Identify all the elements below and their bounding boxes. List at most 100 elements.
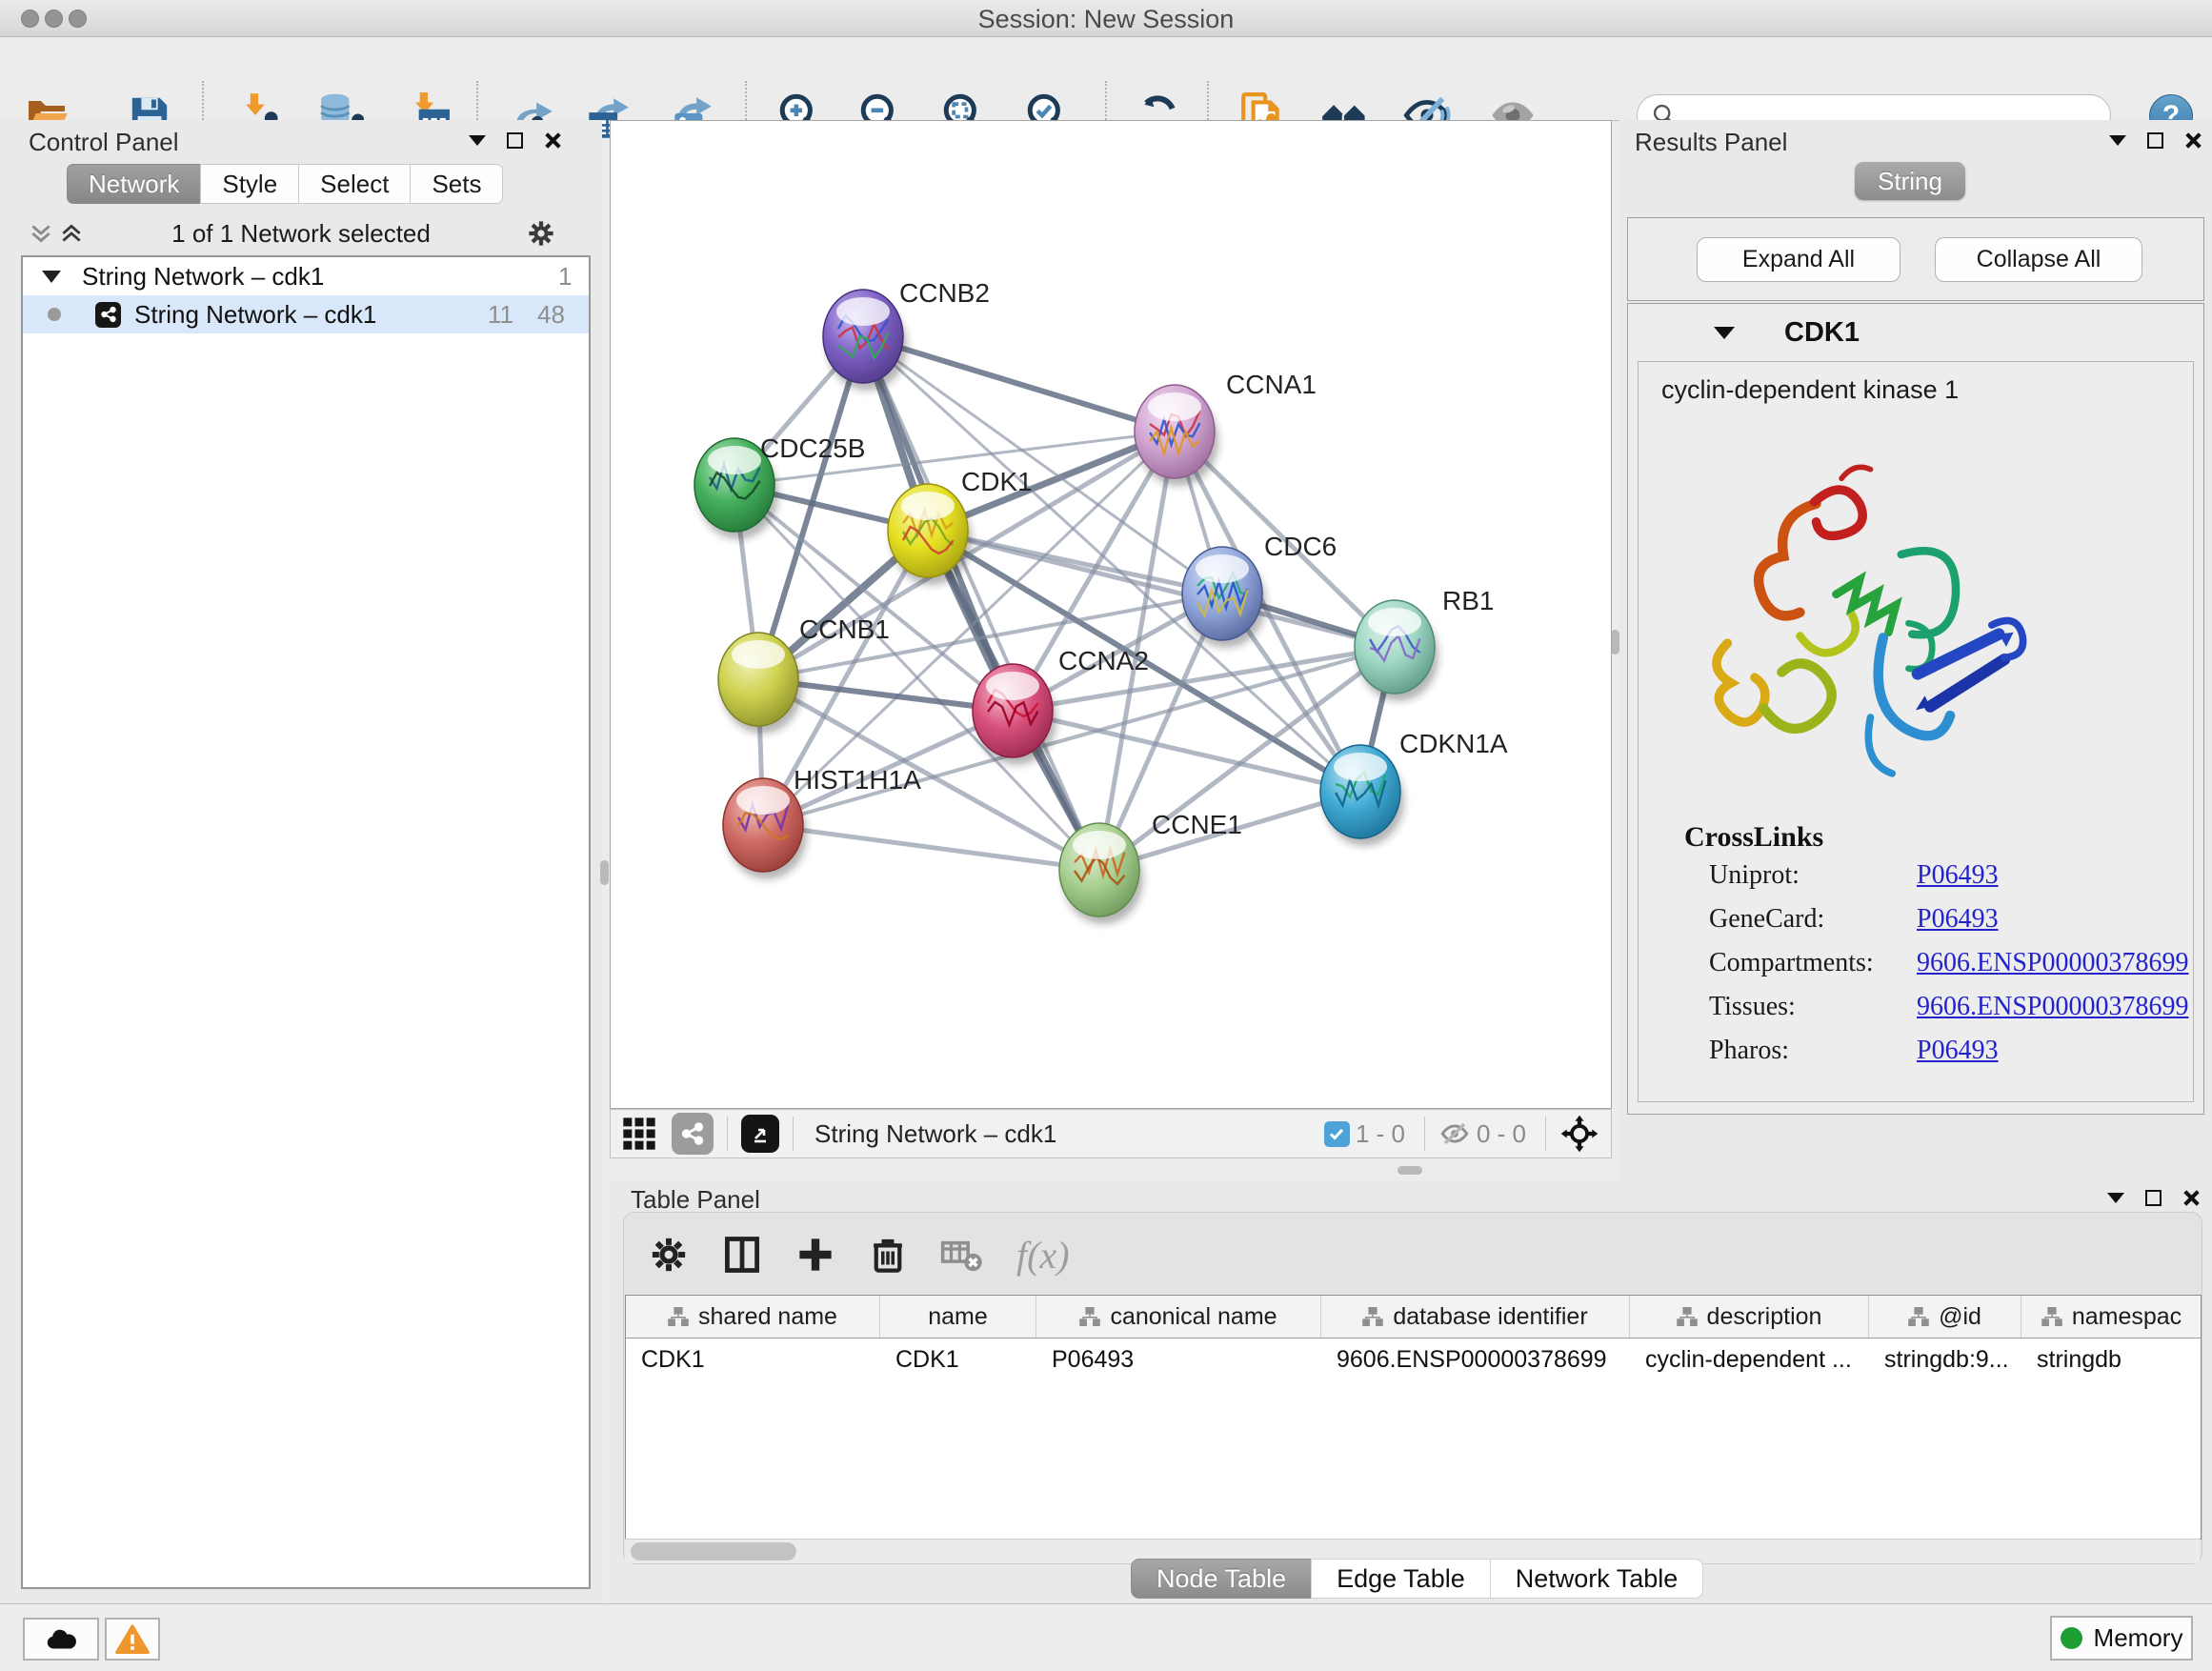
node-CCNA1[interactable] [1135,385,1218,486]
table-cell[interactable]: CDK1 [880,1339,1036,1380]
hidden-counts: 0 - 0 [1477,1119,1526,1149]
edge-CCNE1-HIST1H1A[interactable] [763,825,1099,870]
selected-counts: 1 - 0 [1356,1119,1405,1149]
collection-count: 1 [558,262,572,292]
crosslink-link[interactable]: P06493 [1917,860,1999,891]
node-RB1[interactable] [1355,600,1438,701]
node-CCNB2[interactable] [823,290,907,391]
node-table[interactable]: shared namenamecanonical namedatabase id… [625,1295,2202,1540]
panel-menu-icon[interactable] [469,135,486,146]
close-panel-icon[interactable] [2184,131,2202,150]
network-label: String Network – cdk1 [134,300,376,330]
right-splitter-handle[interactable] [1611,630,1619,654]
crosslink-link[interactable]: 9606.ENSP00000378699 [1917,992,2188,1022]
crosslink-link[interactable]: P06493 [1917,1036,1999,1066]
table-container: f(x) shared namenamecanonical namedataba… [623,1212,2202,1564]
network-node-count: 11 [488,300,513,330]
memory-button[interactable]: Memory [2050,1616,2193,1661]
table-cell[interactable]: CDK1 [626,1339,880,1380]
tab-edge-table[interactable]: Edge Table [1311,1559,1491,1599]
table-cell[interactable]: stringdb [2021,1339,2202,1380]
main-toolbar: ? [0,37,2212,121]
node-CCNE1[interactable] [1059,823,1143,924]
float-panel-icon[interactable] [2147,132,2163,149]
collapse-all-button[interactable]: Collapse All [1935,237,2142,282]
node-label-CCNB2: CCNB2 [899,278,990,308]
table-cell[interactable]: P06493 [1036,1339,1321,1380]
warnings-button[interactable] [105,1618,160,1661]
tab-select[interactable]: Select [298,164,411,204]
network-edge-count: 48 [537,300,565,330]
tab-style[interactable]: Style [200,164,299,204]
control-panel-tabs: NetworkStyleSelectSets [67,164,503,204]
function-icon[interactable]: f(x) [1016,1233,1070,1278]
birds-eye-navigator-icon[interactable] [1559,1114,1599,1154]
toolbar-separator [727,1117,728,1151]
column-header-name[interactable]: name [880,1296,1036,1338]
gene-header-row[interactable]: CDK1 [1632,310,2198,355]
table-cell[interactable]: cyclin-dependent ... [1630,1339,1869,1380]
network-row-selected[interactable]: String Network – cdk1 11 48 [23,295,589,333]
float-panel-icon[interactable] [507,132,523,149]
node-CDC6[interactable] [1182,547,1266,648]
edge-CCNB2-CCNA1[interactable] [863,336,1175,432]
current-network-dot-icon [48,308,61,321]
crosslink-row: Pharos:P06493 [1684,1029,2188,1073]
network-canvas[interactable]: CCNB2CCNA1CDC25BCDK1CDC6RB1CCNB1CCNA2CDK… [610,120,1612,1109]
crosslink-link[interactable]: P06493 [1917,904,1999,935]
tab-network[interactable]: Network [67,164,201,204]
network-selection-status: 1 of 1 Network selected [0,219,602,249]
tab-network-table[interactable]: Network Table [1490,1559,1704,1599]
float-panel-icon[interactable] [2145,1190,2162,1206]
panel-menu-icon[interactable] [2109,135,2126,146]
cloud-button[interactable] [23,1618,99,1661]
left-splitter-handle[interactable] [600,860,609,885]
panel-menu-icon[interactable] [2107,1193,2124,1203]
table-panel-title: Table Panel [631,1185,760,1215]
results-panel: Results Panel String Expand All Collapse… [1619,120,2212,1181]
crosslink-row: Uniprot:P06493 [1684,854,2188,897]
horizontal-splitter-handle[interactable] [1398,1166,1422,1175]
toolbar-separator [793,1117,794,1151]
scrollbar-thumb[interactable] [631,1542,796,1560]
gear-icon[interactable] [649,1235,689,1275]
node-label-CCNB1: CCNB1 [799,614,890,644]
columns-icon[interactable] [721,1234,763,1276]
column-header-sharedname[interactable]: shared name [626,1296,880,1338]
add-icon[interactable] [795,1235,835,1275]
toolbar-separator [1424,1117,1425,1151]
collection-expand-icon[interactable] [42,271,61,283]
tab-node-table[interactable]: Node Table [1131,1559,1312,1599]
table-row[interactable]: CDK1CDK1P064939606.ENSP00000378699cyclin… [626,1339,2201,1380]
column-header-id[interactable]: @id [1869,1296,2021,1338]
column-header-namespac[interactable]: namespac [2021,1296,2202,1338]
detach-view-icon[interactable] [741,1115,779,1153]
node-label-CDKN1A: CDKN1A [1399,729,1508,758]
tab-string[interactable]: String [1855,162,1965,200]
node-label-CDC25B: CDC25B [760,433,865,463]
collapse-entry-icon[interactable] [1714,327,1735,339]
column-header-canonicalname[interactable]: canonical name [1036,1296,1321,1338]
table-cell[interactable]: stringdb:9... [1869,1339,2021,1380]
column-header-description[interactable]: description [1630,1296,1869,1338]
close-panel-icon[interactable] [2182,1189,2201,1207]
status-bar: Memory [0,1603,2212,1671]
network-collection-row[interactable]: String Network – cdk1 1 [23,257,589,295]
node-CDK1[interactable] [888,484,972,585]
edge-CCNA2-CDKN1A[interactable] [1013,711,1360,792]
delete-icon[interactable] [868,1235,908,1275]
network-view-icon[interactable] [672,1113,714,1155]
table-header-row: shared namenamecanonical namedatabase id… [626,1296,2201,1339]
crosslink-row: GeneCard:P06493 [1684,897,2188,941]
node-CDKN1A[interactable] [1320,745,1404,846]
table-cell[interactable]: 9606.ENSP00000378699 [1321,1339,1630,1380]
delete-table-icon[interactable] [940,1233,984,1277]
grid-view-icon[interactable] [620,1115,658,1153]
network-options-gear-icon[interactable] [526,218,556,249]
close-panel-icon[interactable] [544,131,562,150]
crosslink-link[interactable]: 9606.ENSP00000378699 [1917,948,2188,978]
column-header-databaseidentifier[interactable]: database identifier [1321,1296,1630,1338]
tab-sets[interactable]: Sets [410,164,503,204]
selected-checkbox-icon[interactable] [1324,1121,1350,1147]
expand-all-button[interactable]: Expand All [1697,237,1900,282]
